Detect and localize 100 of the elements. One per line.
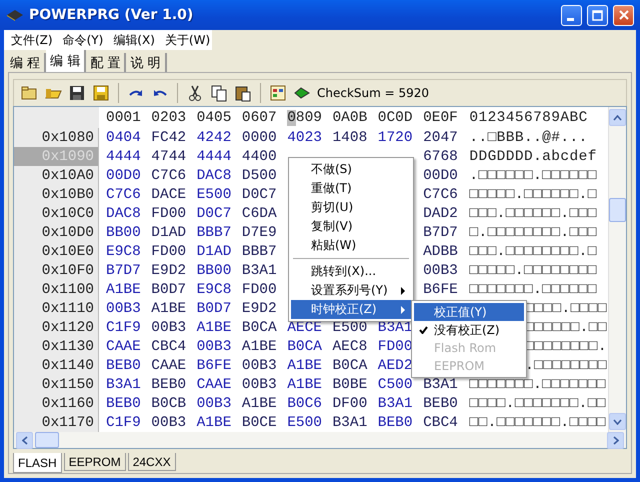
vertical-scrollbar[interactable] — [608, 107, 626, 432]
ascii-cell[interactable]: □.□□□□□□□□.□□□ — [469, 224, 597, 240]
hex-cell[interactable]: AED2 — [378, 358, 413, 374]
address-cell[interactable]: 0x1150 — [14, 375, 99, 394]
hex-cell[interactable]: D7E9 — [242, 224, 277, 240]
hex-cell[interactable]: D1AD — [151, 224, 186, 240]
hex-cell[interactable]: 0000 — [242, 130, 277, 146]
address-cell[interactable]: 0x1130 — [14, 337, 99, 356]
folder-icon[interactable] — [20, 84, 38, 102]
ascii-cell[interactable]: □□.□□□□□□□.□□□□ — [469, 414, 606, 430]
scrollbar-thumb[interactable] — [35, 432, 59, 448]
menu-item[interactable]: 复制(V) — [291, 217, 411, 236]
hex-cell[interactable]: BBB7 — [242, 244, 277, 260]
ascii-cell[interactable]: □□□□.□□□□ — [525, 300, 607, 316]
hex-cell[interactable]: CBC4 — [423, 414, 458, 430]
hex-cell[interactable]: FD00 — [378, 338, 413, 354]
menu-item[interactable]: 剪切(U) — [291, 198, 411, 217]
ascii-cell[interactable]: ..□BBB..@#... — [469, 130, 588, 146]
horizontal-scrollbar[interactable] — [14, 432, 626, 448]
hex-cell[interactable]: B0D7 — [196, 300, 232, 316]
cut-icon[interactable] — [186, 84, 204, 102]
ascii-cell[interactable]: □□□□□.□□□□□□□□ — [469, 262, 597, 278]
hex-cell[interactable]: 6768 — [423, 148, 458, 164]
hex-cell[interactable]: DACE — [151, 186, 186, 202]
ascii-cell[interactable]: .□□□□□□.□□□□□□ — [469, 168, 597, 184]
hex-cell[interactable]: 00B3 — [423, 262, 458, 278]
hex-cell[interactable]: B0D7 — [151, 282, 186, 298]
hex-cell[interactable]: 4444 — [106, 148, 141, 164]
hex-cell[interactable]: 4023 — [287, 130, 322, 146]
hex-cell[interactable]: 00D0 — [423, 168, 458, 184]
address-cell[interactable]: 0x1160 — [14, 394, 99, 413]
address-cell[interactable]: 0x1110 — [14, 299, 99, 318]
hex-cell[interactable]: CAAE — [151, 358, 186, 374]
hex-cell[interactable]: 00B3 — [196, 396, 232, 412]
hex-cell[interactable]: 00D0 — [106, 168, 141, 184]
hex-cell[interactable]: A1BE — [106, 282, 141, 298]
tab[interactable]: 编 辑 — [46, 50, 86, 72]
menu-item[interactable]: 不做(S) — [291, 160, 411, 179]
hex-cell[interactable]: B3A1 — [332, 414, 368, 430]
hex-cell[interactable]: B3A1 — [423, 376, 458, 392]
menu-item[interactable]: 粘贴(W) — [291, 236, 411, 255]
hex-cell[interactable]: AEC8 — [332, 338, 368, 354]
hex-cell[interactable]: B7D7 — [106, 262, 141, 278]
hex-cell[interactable]: E9D2 — [242, 300, 277, 316]
address-cell[interactable]: 0x1120 — [14, 318, 99, 337]
hex-cell[interactable]: E9C8 — [106, 244, 141, 260]
hex-cell[interactable]: 1720 — [378, 130, 413, 146]
hex-cell[interactable]: FD00 — [151, 206, 186, 222]
address-cell[interactable]: 0x1100 — [14, 280, 99, 299]
menu-item[interactable]: 命令(Y) — [58, 32, 108, 48]
hex-cell[interactable]: B7D7 — [423, 224, 458, 240]
hex-cell[interactable]: DF00 — [332, 396, 368, 412]
hex-cell[interactable]: B0CA — [332, 358, 368, 374]
hex-cell[interactable]: B3A1 — [242, 262, 277, 278]
hex-cell[interactable]: FD00 — [151, 244, 186, 260]
ascii-cell[interactable]: □□□.□□□□□□□□.□ — [469, 244, 597, 260]
hex-cell[interactable]: BEB0 — [106, 396, 141, 412]
menu-item[interactable]: 校正值(Y) — [414, 303, 524, 321]
hex-cell[interactable]: 00B3 — [106, 300, 141, 316]
menu-item[interactable]: 设置系列号(Y) — [291, 281, 411, 300]
hex-cell[interactable]: 00B3 — [242, 358, 277, 374]
ascii-cell[interactable]: .□□□□□□□□ — [525, 358, 607, 374]
hex-cell[interactable]: 4744 — [151, 148, 186, 164]
hex-cell[interactable]: C7C6 — [106, 186, 141, 202]
hex-cell[interactable]: BEB0 — [378, 414, 413, 430]
maximize-button[interactable] — [587, 4, 608, 26]
hex-cell[interactable]: B0CA — [242, 320, 277, 336]
hex-cell[interactable]: 00B3 — [151, 414, 186, 430]
tab[interactable]: EEPROM — [64, 453, 126, 471]
hex-cell[interactable]: B6FE — [423, 282, 458, 298]
hex-cell[interactable]: C500 — [378, 376, 413, 392]
tab[interactable]: 24CXX — [128, 453, 176, 471]
menu-item[interactable]: 时钟校正(Z) — [291, 300, 411, 319]
hex-cell[interactable]: B0C6 — [287, 396, 322, 412]
hex-cell[interactable]: CAAE — [106, 338, 141, 354]
hex-cell[interactable]: 00B3 — [242, 376, 277, 392]
hex-cell[interactable]: BBB7 — [196, 224, 232, 240]
hex-cell[interactable]: 2047 — [423, 130, 458, 146]
hex-cell[interactable]: A1BE — [151, 300, 186, 316]
hex-cell[interactable]: A1BE — [242, 396, 277, 412]
hex-cell[interactable]: D0C7 — [242, 186, 277, 202]
hex-cell[interactable]: BB00 — [106, 224, 141, 240]
hex-cell[interactable]: E9D2 — [151, 262, 186, 278]
hex-cell[interactable]: B0CB — [151, 396, 186, 412]
address-cell[interactable]: 0x1170 — [14, 413, 99, 432]
properties-icon[interactable] — [269, 84, 287, 102]
hex-cell[interactable]: A1BE — [196, 320, 232, 336]
hex-cell[interactable]: BEB0 — [423, 396, 458, 412]
hex-cell[interactable]: DAC8 — [196, 168, 232, 184]
hex-cell[interactable]: 4242 — [196, 130, 232, 146]
hex-cell[interactable]: B0CE — [242, 414, 277, 430]
hex-cell[interactable]: C7C6 — [423, 186, 458, 202]
hex-cell[interactable]: 00B3 — [196, 338, 232, 354]
hex-cell[interactable]: FC42 — [151, 130, 186, 146]
hex-cell[interactable]: ADBB — [423, 244, 458, 260]
address-cell[interactable]: 0x1140 — [14, 356, 99, 375]
hex-cell[interactable]: D0C7 — [196, 206, 232, 222]
minimize-button[interactable] — [561, 4, 582, 26]
address-cell[interactable]: 0x10E0 — [14, 242, 99, 261]
hex-cell[interactable]: B0CA — [287, 338, 322, 354]
